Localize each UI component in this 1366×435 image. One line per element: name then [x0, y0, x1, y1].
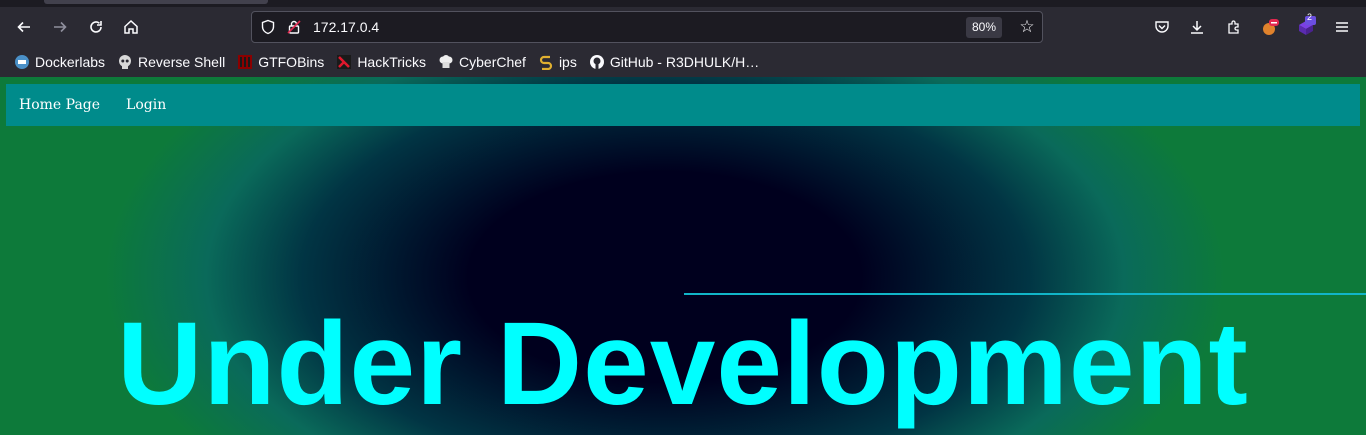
- decorative-line: [684, 293, 1366, 295]
- active-tab-edge[interactable]: [44, 0, 268, 4]
- nav-link-home-page[interactable]: Home Page: [19, 97, 100, 113]
- hamburger-menu-icon: [1336, 22, 1348, 32]
- extension-badge-button[interactable]: 2: [1291, 12, 1321, 42]
- skull-icon: [117, 54, 133, 70]
- tracking-protection-icon[interactable]: [259, 18, 277, 36]
- bookmark-ips[interactable]: ips: [534, 50, 581, 74]
- bookmark-gtfobins[interactable]: GTFOBins: [233, 50, 328, 74]
- url-bar[interactable]: 172.17.0.4 80% ☆: [251, 11, 1043, 43]
- web-page-content: Home Page Login Under Development: [0, 77, 1366, 435]
- bookmark-github[interactable]: GitHub - R3DHULK/H…: [585, 50, 763, 74]
- bookmark-dockerlabs[interactable]: Dockerlabs: [10, 50, 109, 74]
- bookmark-label: CyberChef: [459, 54, 526, 70]
- bookmark-hacktricks[interactable]: HackTricks: [332, 50, 430, 74]
- gtfobins-icon: [237, 54, 253, 70]
- insecure-lock-icon[interactable]: [285, 18, 303, 36]
- zoom-indicator[interactable]: 80%: [966, 17, 1003, 38]
- bookmark-label: GTFOBins: [258, 54, 325, 70]
- bookmark-label: Dockerlabs: [35, 54, 106, 70]
- pocket-icon: [1155, 21, 1169, 33]
- bookmark-label: HackTricks: [357, 54, 427, 70]
- page-headline: Under Development: [117, 298, 1249, 430]
- url-text[interactable]: 172.17.0.4: [313, 18, 379, 36]
- back-button[interactable]: [9, 12, 39, 42]
- navigation-toolbar: 172.17.0.4 80% ☆ 2: [0, 7, 1366, 47]
- foxyproxy-extension-button[interactable]: [1255, 12, 1285, 42]
- chef-hat-icon: [438, 54, 454, 70]
- github-icon: [589, 54, 605, 70]
- reload-button[interactable]: [81, 12, 111, 42]
- bookmark-label: Reverse Shell: [138, 54, 226, 70]
- site-navbar: Home Page Login: [6, 84, 1360, 126]
- reload-icon: [90, 21, 102, 33]
- extensions-button[interactable]: [1219, 12, 1249, 42]
- bookmark-star-icon[interactable]: ☆: [1016, 16, 1038, 38]
- dockerlabs-icon: [14, 54, 30, 70]
- app-menu-button[interactable]: [1327, 12, 1357, 42]
- bookmarks-toolbar: Dockerlabs Reverse Shell GTFOBins HackTr…: [0, 47, 1366, 77]
- extension-badge-count: 2: [1307, 12, 1313, 22]
- fox-extension-icon: [1263, 19, 1279, 35]
- cube-extension-icon: [1299, 16, 1316, 35]
- download-icon: [1191, 21, 1203, 34]
- bookmark-label: ips: [558, 54, 577, 70]
- forward-arrow-icon: [54, 21, 67, 33]
- back-arrow-icon: [17, 21, 30, 33]
- nav-link-login[interactable]: Login: [126, 97, 166, 113]
- tab-strip: [0, 0, 1366, 7]
- bookmark-reverse-shell[interactable]: Reverse Shell: [113, 50, 229, 74]
- bookmark-label: GitHub - R3DHULK/H…: [609, 54, 760, 70]
- home-icon: [124, 19, 138, 34]
- pocket-button[interactable]: [1147, 12, 1177, 42]
- forward-button[interactable]: [45, 12, 75, 42]
- hacktricks-icon: [336, 54, 352, 70]
- ips-icon: [538, 54, 554, 70]
- puzzle-icon: [1228, 20, 1239, 34]
- home-button[interactable]: [116, 12, 146, 42]
- bookmark-cyberchef[interactable]: CyberChef: [434, 50, 530, 74]
- downloads-button[interactable]: [1182, 12, 1212, 42]
